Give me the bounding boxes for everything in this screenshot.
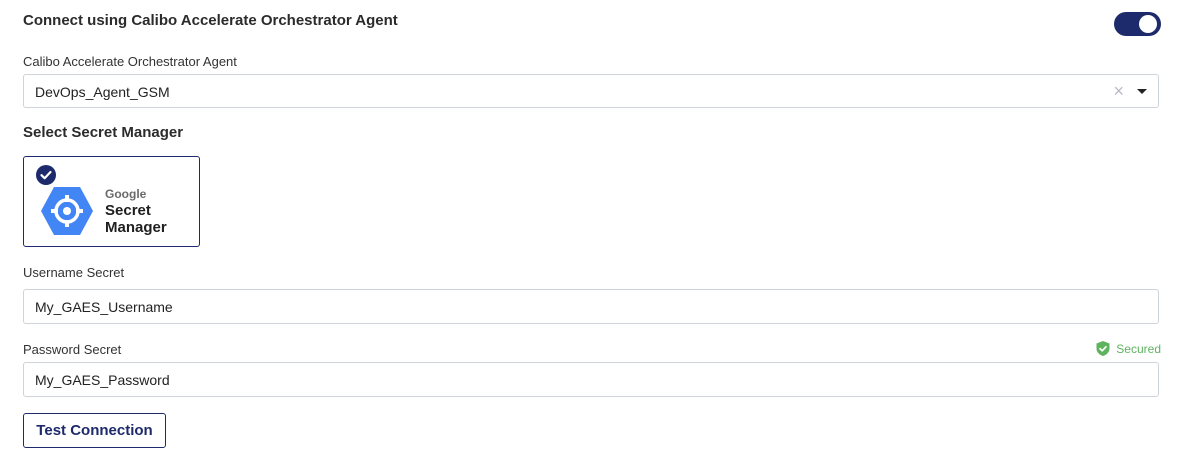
google-secret-manager-logo-icon — [41, 187, 93, 235]
connect-agent-toggle[interactable] — [1114, 12, 1161, 36]
agent-label: Calibo Accelerate Orchestrator Agent — [23, 54, 237, 69]
password-secret-value: My_GAES_Password — [35, 372, 170, 388]
chevron-down-icon[interactable] — [1137, 89, 1147, 94]
checkmark-icon — [36, 165, 56, 185]
provider-name-line2: Manager — [105, 219, 167, 236]
username-secret-value: My_GAES_Username — [35, 299, 173, 315]
clear-icon[interactable]: × — [1113, 81, 1124, 101]
password-secret-input[interactable]: My_GAES_Password — [23, 362, 1159, 397]
secret-manager-section-title: Select Secret Manager — [23, 124, 184, 141]
test-connection-button[interactable]: Test Connection — [23, 413, 166, 448]
agent-select[interactable]: DevOps_Agent_GSM × — [23, 74, 1159, 108]
secured-label: Secured — [1116, 341, 1161, 356]
toggle-knob — [1139, 15, 1157, 33]
secured-status: Secured — [1095, 340, 1161, 357]
provider-name-line1: Secret — [105, 202, 151, 219]
password-secret-label: Password Secret — [23, 342, 122, 357]
agent-select-value: DevOps_Agent_GSM — [35, 84, 170, 100]
username-secret-label: Username Secret — [23, 265, 125, 280]
shield-check-icon — [1096, 341, 1110, 356]
provider-brand: Google — [105, 187, 147, 201]
google-secret-manager-card[interactable]: Google Secret Manager — [23, 156, 200, 247]
connect-agent-title: Connect using Calibo Accelerate Orchestr… — [23, 12, 398, 29]
username-secret-input[interactable]: My_GAES_Username — [23, 289, 1159, 324]
